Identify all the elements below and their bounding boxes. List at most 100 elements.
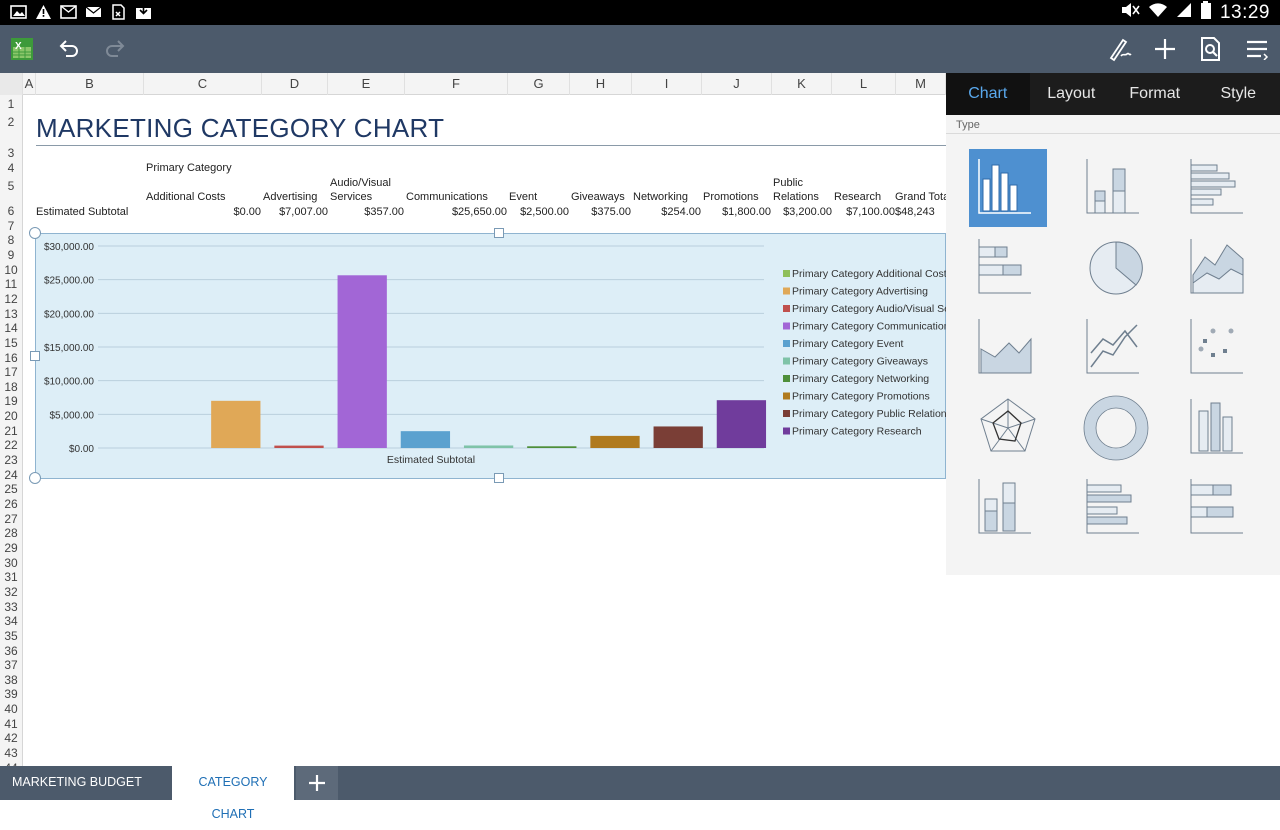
row-25-header[interactable]: 25: [0, 482, 22, 496]
row-18-header[interactable]: 18: [0, 380, 22, 394]
column-g-header[interactable]: G: [508, 73, 570, 95]
row-19-header[interactable]: 19: [0, 394, 22, 408]
sheet-tab-marketing-budget-plan[interactable]: MARKETING BUDGET PLAN: [2, 766, 172, 800]
column-a-header[interactable]: A: [23, 73, 36, 95]
tab-style[interactable]: Style: [1197, 73, 1280, 115]
row-20-header[interactable]: 20: [0, 409, 22, 423]
chart-type-bar-3d-option[interactable]: [1077, 469, 1155, 547]
row-31-header[interactable]: 31: [0, 570, 22, 584]
pen-mode-button[interactable]: [1098, 25, 1142, 73]
tab-format[interactable]: Format: [1113, 73, 1197, 115]
column-m-header[interactable]: M: [896, 73, 946, 95]
row-16-header[interactable]: 16: [0, 351, 22, 365]
row-14-header[interactable]: 14: [0, 321, 22, 335]
chart-type-bar-stacked-option[interactable]: [969, 229, 1047, 307]
row-34-header[interactable]: 34: [0, 614, 22, 628]
chart-type-column-3d-option[interactable]: [1181, 389, 1259, 467]
column-d-header[interactable]: D: [262, 73, 328, 95]
legend-entry: Primary Category Giveaways: [792, 356, 928, 368]
row-8-header[interactable]: 8: [0, 233, 22, 247]
row-2-header[interactable]: 2: [0, 115, 22, 129]
row-40-header[interactable]: 40: [0, 702, 22, 716]
row-1-header[interactable]: 1: [0, 97, 22, 111]
chart-type-column-clustered-option[interactable]: [969, 149, 1047, 227]
row-42-header[interactable]: 42: [0, 731, 22, 745]
view-button[interactable]: [1189, 25, 1233, 73]
chart-resize-handle-top[interactable]: [494, 228, 504, 238]
redo-button[interactable]: [93, 25, 137, 73]
column-c-header[interactable]: C: [144, 73, 262, 95]
chart-type-scatter-option[interactable]: [1181, 309, 1259, 387]
row-43-header[interactable]: 43: [0, 746, 22, 760]
chart-resize-handle-bottom-left[interactable]: [29, 472, 41, 484]
row-6-header[interactable]: 6: [0, 204, 22, 218]
sheet-tab-category-chart[interactable]: CATEGORY CHART: [172, 766, 294, 800]
chart-type-bar-clustered-option[interactable]: [1181, 149, 1259, 227]
select-all-corner[interactable]: [0, 73, 23, 95]
undo-button[interactable]: [47, 25, 91, 73]
row-41-header[interactable]: 41: [0, 717, 22, 731]
chart-type-column-stacked-3d-option[interactable]: [969, 469, 1047, 547]
row-27-header[interactable]: 27: [0, 512, 22, 526]
chart-type-radar-option[interactable]: [969, 389, 1047, 467]
row-10-header[interactable]: 10: [0, 263, 22, 277]
chart-type-column-stacked-option[interactable]: [1077, 149, 1155, 227]
row-30-header[interactable]: 30: [0, 556, 22, 570]
column-j-header[interactable]: J: [702, 73, 772, 95]
row-38-header[interactable]: 38: [0, 673, 22, 687]
row-23-header[interactable]: 23: [0, 453, 22, 467]
sheet-grid[interactable]: MARKETING CATEGORY CHART Primary Categor…: [23, 95, 946, 766]
column-h-header[interactable]: H: [570, 73, 632, 95]
plus-icon: [1153, 37, 1177, 61]
row-4-header[interactable]: 4: [0, 161, 22, 175]
row-3-header[interactable]: 3: [0, 146, 22, 160]
chart-resize-handle-bottom[interactable]: [494, 473, 504, 483]
chart-resize-handle-top-left[interactable]: [29, 227, 41, 239]
row-22-header[interactable]: 22: [0, 438, 22, 452]
column-k-header[interactable]: K: [772, 73, 832, 95]
row-29-header[interactable]: 29: [0, 541, 22, 555]
chart-type-area-option[interactable]: [1181, 229, 1259, 307]
column-e-header[interactable]: E: [328, 73, 405, 95]
wifi-icon: [1148, 2, 1168, 23]
row-11-header[interactable]: 11: [0, 277, 22, 291]
row-32-header[interactable]: 32: [0, 585, 22, 599]
row-12-header[interactable]: 12: [0, 292, 22, 306]
menu-button[interactable]: [1235, 25, 1279, 73]
row-28-header[interactable]: 28: [0, 526, 22, 540]
row-26-header[interactable]: 26: [0, 497, 22, 511]
column-f-header[interactable]: F: [405, 73, 508, 95]
insert-button[interactable]: [1143, 25, 1187, 73]
chart-type-bar-stacked-3d-option[interactable]: [1181, 469, 1259, 547]
tab-chart[interactable]: Chart: [946, 73, 1030, 115]
column-i-header[interactable]: I: [632, 73, 702, 95]
row-39-header[interactable]: 39: [0, 687, 22, 701]
row-17-header[interactable]: 17: [0, 365, 22, 379]
row-36-header[interactable]: 36: [0, 644, 22, 658]
chart-type-line-markers-option[interactable]: [1077, 309, 1155, 387]
add-sheet-button[interactable]: [296, 766, 338, 800]
row-9-header[interactable]: 9: [0, 248, 22, 262]
y-tick-label: $20,000.00: [44, 309, 94, 320]
header-promotions: Promotions: [703, 191, 759, 203]
column-l-header[interactable]: L: [832, 73, 896, 95]
row-24-header[interactable]: 24: [0, 468, 22, 482]
app-menu-button[interactable]: X: [0, 25, 44, 73]
row-5-header[interactable]: 5: [0, 179, 22, 193]
row-33-header[interactable]: 33: [0, 600, 22, 614]
tab-layout[interactable]: Layout: [1030, 73, 1114, 115]
column-b-header[interactable]: B: [36, 73, 144, 95]
header-event: Event: [509, 191, 537, 203]
chart-type-column-3d-icon: [1181, 389, 1259, 467]
chart-type-pie-option[interactable]: [1077, 229, 1155, 307]
row-7-header[interactable]: 7: [0, 219, 22, 233]
row-35-header[interactable]: 35: [0, 629, 22, 643]
chart-type-area-2-option[interactable]: [969, 309, 1047, 387]
chart-type-doughnut-option[interactable]: [1077, 389, 1155, 467]
row-13-header[interactable]: 13: [0, 307, 22, 321]
row-15-header[interactable]: 15: [0, 336, 22, 350]
embedded-chart[interactable]: $0.00$5,000.00$10,000.00$15,000.00$20,00…: [35, 233, 946, 479]
chart-resize-handle-left[interactable]: [30, 351, 40, 361]
row-37-header[interactable]: 37: [0, 658, 22, 672]
row-21-header[interactable]: 21: [0, 424, 22, 438]
